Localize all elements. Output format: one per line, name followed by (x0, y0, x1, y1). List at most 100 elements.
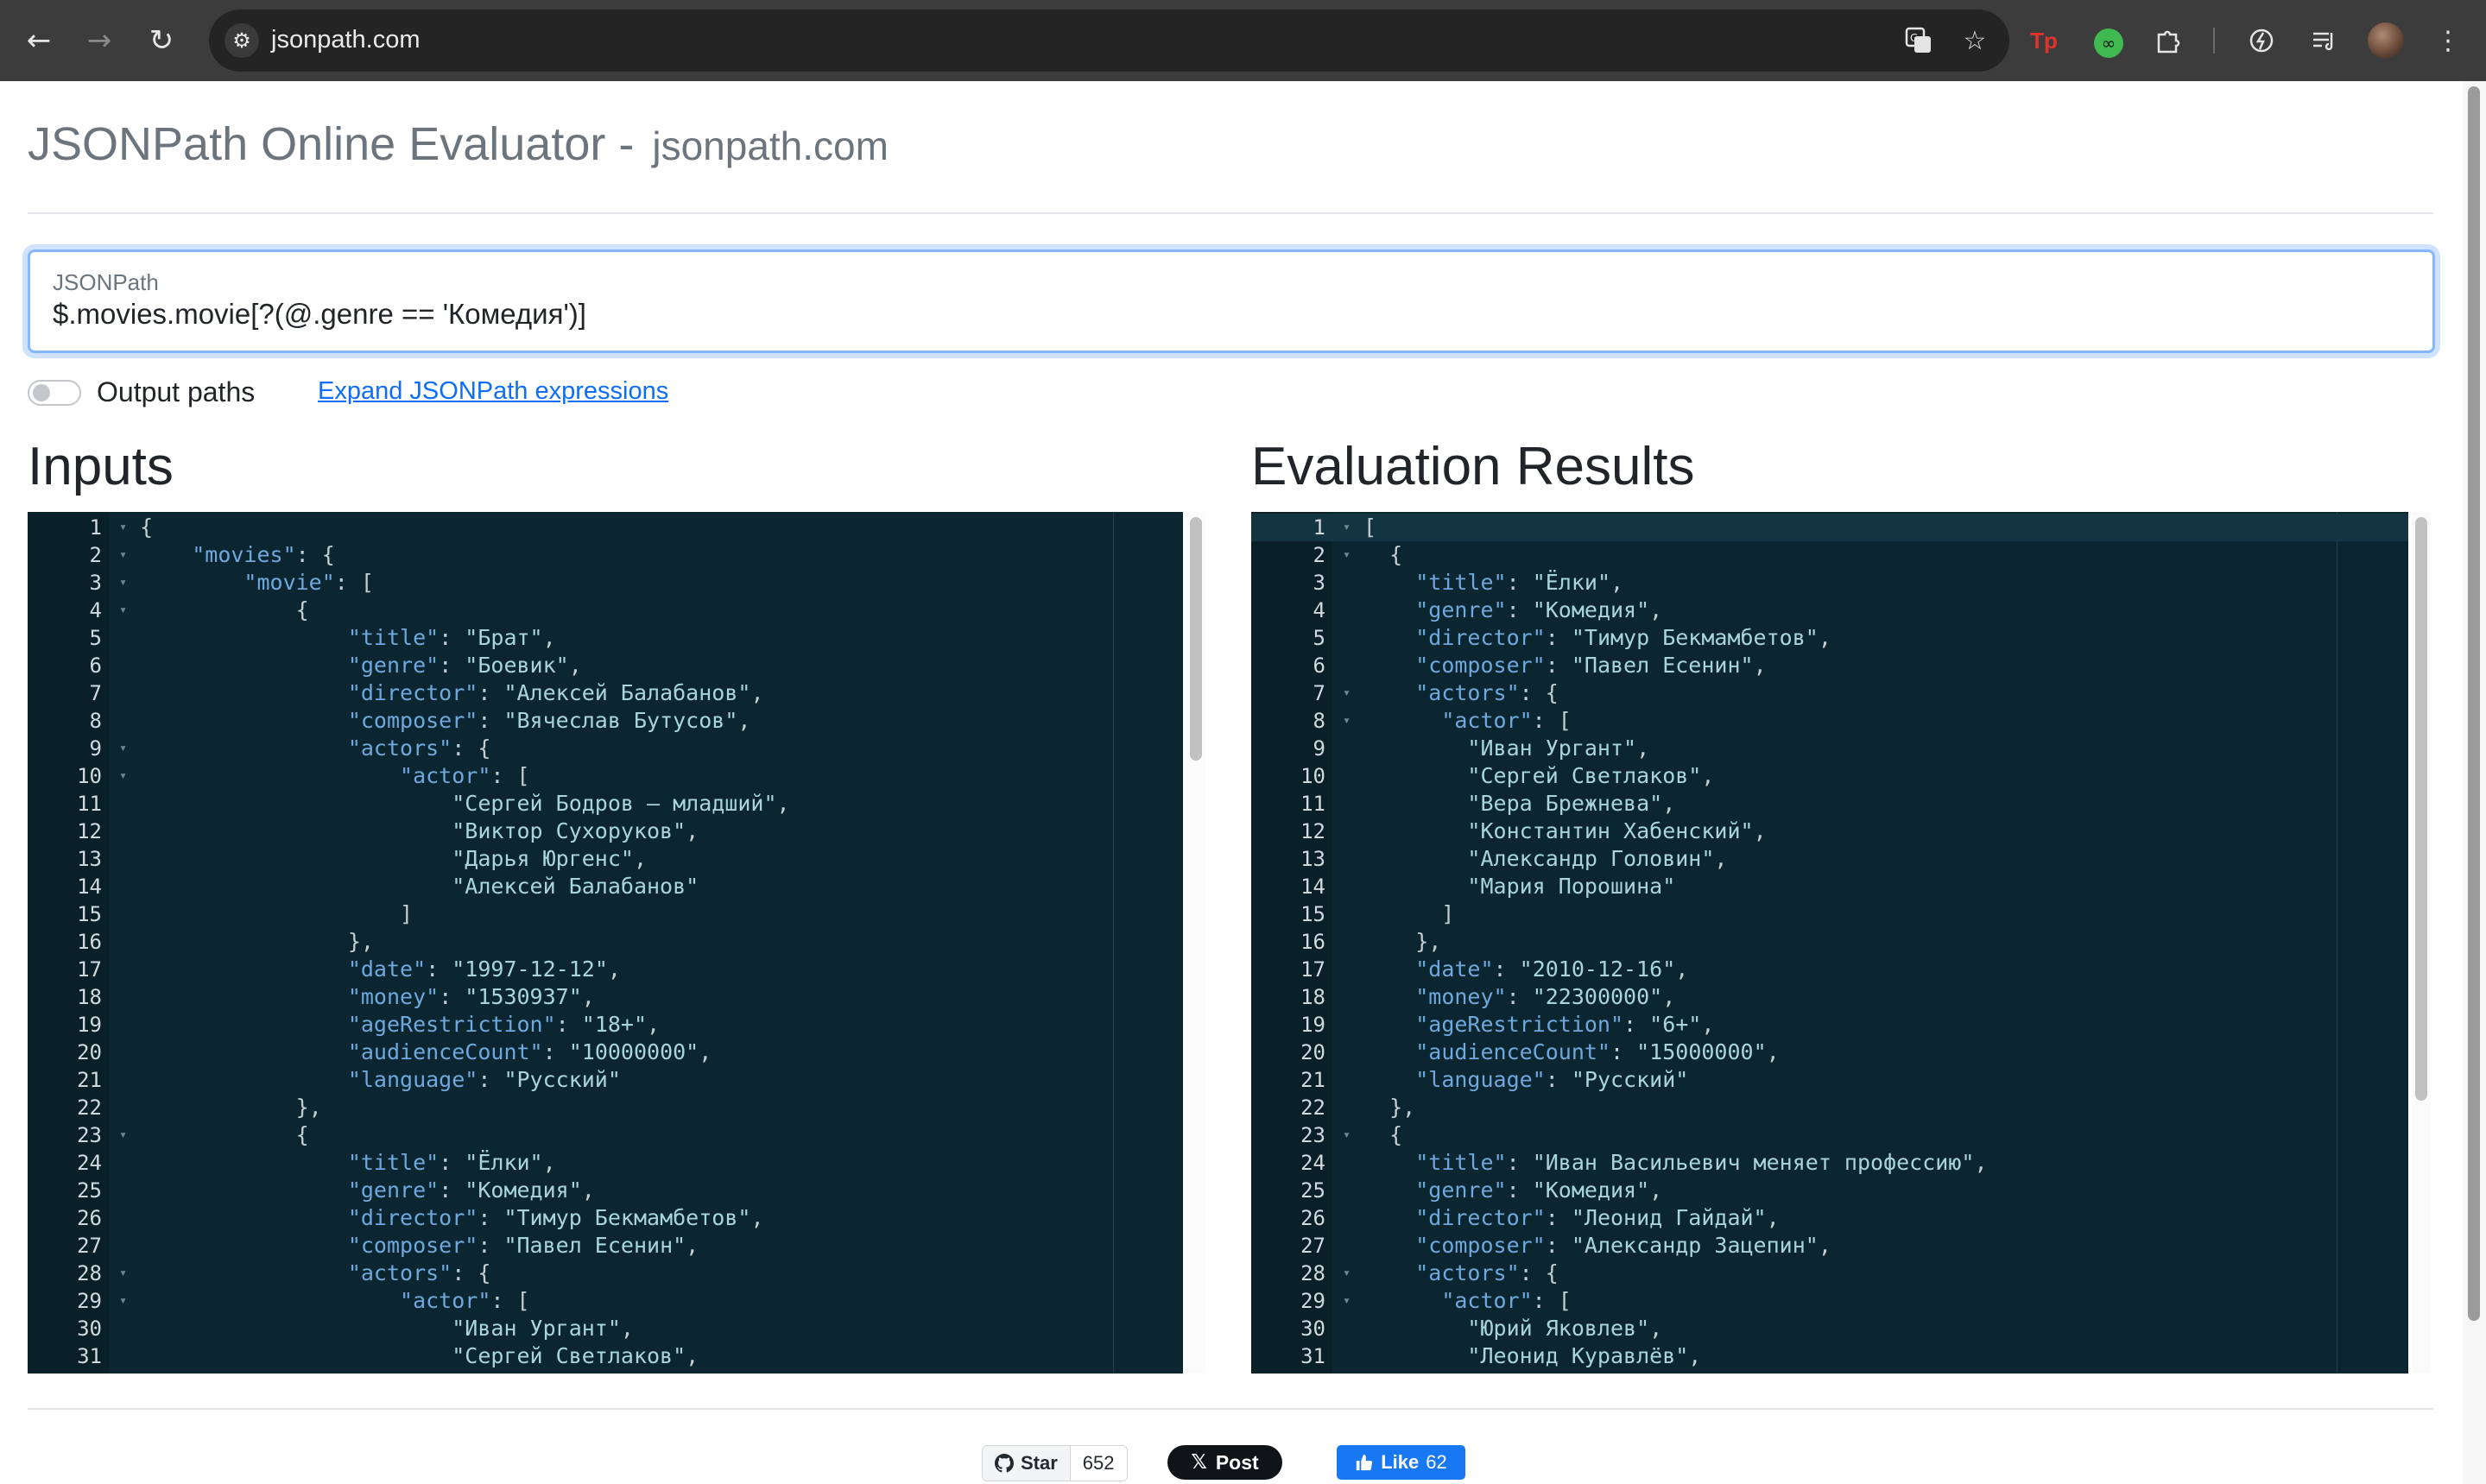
infinity-icon: ∞ (2094, 28, 2123, 58)
forward-button[interactable]: → (78, 19, 121, 62)
code-line: 23 ▾ { (28, 1121, 1183, 1149)
code-line: 8 ▾ "actor": [ (1251, 707, 2408, 735)
fold-toggle-icon[interactable]: ▾ (119, 761, 127, 789)
results-editor[interactable]: 1 ▾[2 ▾ {3 "title": "Ёлки", 4 "genre": "Ком… (1251, 512, 2408, 1373)
menu-kebab-icon[interactable]: ⋮ (2428, 21, 2468, 60)
line-number: 2 (1313, 543, 1325, 567)
code-text: "genre": "Комедия", (347, 1178, 595, 1203)
code-text: "Юрий Яковлев", (1467, 1316, 1663, 1341)
line-number: 9 (1313, 736, 1325, 761)
jsonpath-field[interactable]: JSONPath (28, 249, 2435, 353)
code-line: 20 "audienceCount": "10000000", (28, 1039, 1183, 1066)
back-button[interactable]: ← (17, 19, 60, 62)
fold-toggle-icon[interactable]: ▾ (1343, 706, 1351, 734)
x-post-button[interactable]: 𝕏 Post (1167, 1445, 1282, 1480)
code-text: { (140, 515, 154, 540)
line-number: 8 (89, 709, 102, 733)
code-line: 30 "Иван Ургант", (28, 1315, 1183, 1342)
code-line: 28 ▾ "actors": { (1251, 1260, 2408, 1287)
fold-toggle-icon[interactable]: ▾ (1343, 679, 1351, 706)
code-line: 4 "genre": "Комедия", (1251, 597, 2408, 624)
fold-toggle-icon[interactable]: ▾ (1343, 1286, 1351, 1314)
line-number: 28 (77, 1261, 102, 1285)
output-paths-label: Output paths (97, 376, 256, 407)
code-line: 28 ▾ "actors": { (28, 1260, 1183, 1287)
code-text: "money": "1530937", (347, 984, 595, 1009)
line-number: 6 (1313, 654, 1325, 678)
fold-toggle-icon[interactable]: ▾ (119, 1259, 127, 1286)
performance-icon[interactable] (2242, 21, 2281, 60)
code-line: 15 ] (1251, 900, 2408, 928)
address-bar[interactable]: ⚙ jsonpath.com G ☆ (209, 9, 2009, 72)
line-number: 17 (77, 957, 102, 982)
line-number: 22 (77, 1096, 102, 1120)
github-star-count[interactable]: 652 (1069, 1446, 1127, 1481)
code-text: "director": "Леонид Гайдай", (1415, 1205, 1780, 1230)
fold-toggle-icon[interactable]: ▾ (119, 540, 127, 568)
code-text: "date": "1997-12-12", (347, 957, 621, 982)
fold-toggle-icon[interactable]: ▾ (119, 596, 127, 623)
code-text: { (1363, 542, 1403, 567)
jsonpath-input[interactable] (51, 297, 2386, 332)
reload-button[interactable]: ↻ (140, 19, 183, 62)
code-text: "actors": { (1415, 680, 1559, 705)
line-number: 28 (1300, 1261, 1325, 1285)
code-text: { (140, 1122, 309, 1147)
line-number: 20 (77, 1040, 102, 1064)
line-number: 20 (1300, 1040, 1325, 1064)
extensions-puzzle-icon[interactable] (2148, 21, 2188, 60)
line-number: 18 (1300, 985, 1325, 1009)
expand-jsonpath-link[interactable]: Expand JSONPath expressions (318, 377, 668, 406)
results-scrollbar[interactable] (2412, 512, 2431, 1373)
results-scrollbar-thumb[interactable] (2415, 517, 2427, 1101)
code-line: 26 "director": "Тимур Бекмамбетов", (28, 1204, 1183, 1232)
code-text: "Сергей Светлаков", (452, 1343, 699, 1368)
page-scrollbar[interactable] (2463, 81, 2486, 1484)
page-scrollbar-thumb[interactable] (2468, 86, 2480, 1321)
url-text: jsonpath.com (271, 26, 421, 54)
facebook-like-button[interactable]: Like 62 (1337, 1445, 1465, 1480)
results-code-lines: 1 ▾[2 ▾ {3 "title": "Ёлки", 4 "genre": "Ком… (1251, 514, 2408, 1370)
code-line: 5 "title": "Брат", (28, 624, 1183, 652)
inputs-editor[interactable]: 1 ▾ {2 ▾ "movies": {3 ▾ "movie": [4 ▾ {5 "tit… (28, 512, 1183, 1373)
fold-toggle-icon[interactable]: ▾ (1343, 540, 1351, 568)
fold-toggle-icon[interactable]: ▾ (1343, 1259, 1351, 1286)
bookmark-star-icon[interactable]: ☆ (1958, 23, 1992, 58)
reading-list-icon[interactable] (2304, 21, 2344, 60)
site-settings-icon[interactable]: ⚙ (225, 23, 259, 58)
translate-extension-icon[interactable]: Tp (2024, 21, 2064, 60)
fold-toggle-icon[interactable]: ▾ (1343, 513, 1351, 540)
line-number: 16 (77, 930, 102, 954)
github-star-segment[interactable]: Star (983, 1446, 1070, 1481)
line-number: 29 (77, 1289, 102, 1313)
code-line: 20 "audienceCount": "15000000", (1251, 1039, 2408, 1066)
line-number: 22 (1300, 1096, 1325, 1120)
fold-toggle-icon[interactable]: ▾ (119, 734, 127, 761)
code-line: 6 "genre": "Боевик", (28, 652, 1183, 679)
code-line: 14 "Мария Порошина" (1251, 873, 2408, 900)
line-number: 11 (77, 792, 102, 816)
code-text: "director": "Тимур Бекмамбетов", (347, 1205, 764, 1230)
profile-avatar[interactable] (2368, 22, 2404, 59)
line-number: 14 (77, 875, 102, 899)
code-text: }, (140, 1095, 322, 1120)
inputs-scrollbar-thumb[interactable] (1190, 517, 1202, 761)
inputs-scrollbar[interactable] (1186, 512, 1205, 1373)
green-extension-icon[interactable]: ∞ (2086, 21, 2126, 60)
line-number: 24 (1300, 1151, 1325, 1175)
fold-toggle-icon[interactable]: ▾ (119, 1286, 127, 1314)
code-text: "genre": "Комедия", (1415, 1178, 1663, 1203)
code-text: "Алексей Балабанов" (452, 874, 699, 899)
code-line: 29 ▾ "actor": [ (1251, 1287, 2408, 1315)
line-number: 15 (77, 902, 102, 926)
code-text: "money": "22300000", (1415, 984, 1676, 1009)
line-number: 13 (1300, 847, 1325, 871)
output-paths-toggle[interactable] (28, 380, 81, 406)
fold-toggle-icon[interactable]: ▾ (119, 1121, 127, 1148)
github-star-button[interactable]: Star 652 (982, 1445, 1128, 1481)
line-number: 9 (89, 736, 102, 761)
fold-toggle-icon[interactable]: ▾ (119, 568, 127, 596)
fold-toggle-icon[interactable]: ▾ (119, 513, 127, 540)
translate-icon[interactable]: G (1901, 23, 1936, 58)
fold-toggle-icon[interactable]: ▾ (1343, 1121, 1351, 1148)
